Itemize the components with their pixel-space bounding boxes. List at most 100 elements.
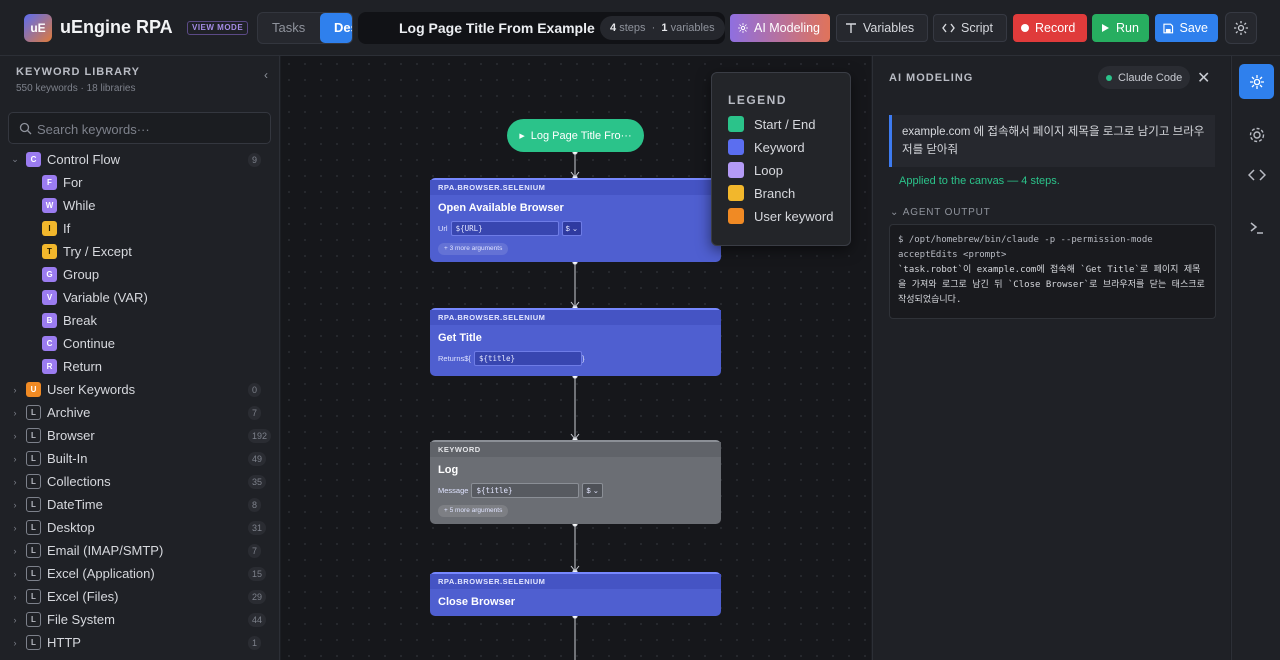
tree-item-variable-var[interactable]: V Variable (VAR) [0,286,279,309]
arg-return-field[interactable]: ${title} [473,351,582,366]
chevron-right-icon[interactable]: › [10,431,20,441]
flow-title[interactable]: Log Page Title From Example [399,20,595,36]
node-log[interactable]: KEYWORD Log Message ${title} $ ⌄ + 5 mor… [430,440,721,524]
variables-label: Variables [863,21,915,35]
flow-canvas[interactable]: ▶ Log Page Title Fro··· RPA.BROWSER.SELE… [281,56,871,660]
legend-item: Start / End [728,115,815,133]
tree-item-continue[interactable]: C Continue [0,332,279,355]
agent-output-log: $ /opt/homebrew/bin/claude -p --permissi… [889,224,1216,319]
tab-tasks[interactable]: Tasks [272,13,305,43]
tree-group-file-system[interactable]: › L File System 44 [0,608,279,631]
tree-item-for[interactable]: F For [0,171,279,194]
keyword-label: For [63,175,83,190]
arg-type-select[interactable]: $ ⌄ [582,483,603,498]
terminal-icon [1250,221,1263,234]
keyword-badge: F [42,175,57,190]
keyword-badge: C [42,336,57,351]
code-icon [1247,168,1266,181]
tree-group-desktop[interactable]: › L Desktop 31 [0,516,279,539]
tree-group-user-keywords[interactable]: › U User Keywords 0 [0,378,279,401]
ai-modeling-button[interactable]: AI Modeling [730,14,830,42]
claude-code-label: Claude Code [1118,71,1183,84]
legend-swatch [728,116,744,132]
tree-group-archive[interactable]: › L Archive 7 [0,401,279,424]
script-button[interactable]: Script [933,14,1007,42]
chevron-right-icon[interactable]: › [10,546,20,556]
tree-group-built-in[interactable]: › L Built-In 49 [0,447,279,470]
library-count: 192 [248,428,272,443]
chevron-right-icon[interactable]: › [10,408,20,418]
node-library: RPA.BROWSER.SELENIUM [430,574,721,589]
close-icon[interactable]: ✕ [1197,68,1210,88]
tree-item-break[interactable]: B Break [0,309,279,332]
chevron-left-icon[interactable]: ‹ [264,68,268,82]
node-get-title[interactable]: RPA.BROWSER.SELENIUM Get Title Returns $… [430,308,721,376]
chevron-right-icon[interactable]: › [10,638,20,648]
tree-group-collections[interactable]: › L Collections 35 [0,470,279,493]
chevron-right-icon[interactable]: › [10,500,20,510]
chevron-right-icon[interactable]: › [10,523,20,533]
tree-group-datetime[interactable]: › L DateTime 8 [0,493,279,516]
arg-url-field[interactable]: ${URL} [450,221,559,236]
node-open-browser[interactable]: RPA.BROWSER.SELENIUM Open Available Brow… [430,178,721,262]
arg-open: ${ [464,354,471,363]
tree-item-return[interactable]: R Return [0,355,279,378]
library-count: 15 [248,566,267,581]
search-input[interactable] [37,119,257,139]
agent-output-toggle[interactable]: ⌄ AGENT OUTPUT [890,207,991,218]
more-arguments-button[interactable]: + 3 more arguments [438,243,509,255]
claude-code-badge: Claude Code [1098,66,1191,89]
library-count: 0 [248,382,262,397]
library-label: HTTP [47,635,81,650]
chevron-down-icon[interactable]: ⌄ [10,154,20,165]
record-button[interactable]: Record [1013,14,1087,42]
library-label: Browser [47,428,95,443]
save-button[interactable]: Save [1155,14,1218,42]
run-button[interactable]: Run [1092,14,1149,42]
chevron-right-icon[interactable]: › [10,477,20,487]
library-badge: L [26,612,41,627]
chevron-right-icon[interactable]: › [10,569,20,579]
chevron-right-icon[interactable]: › [10,615,20,625]
keyword-label: Variable (VAR) [63,290,148,305]
tree-group-excel-files[interactable]: › L Excel (Files) 29 [0,585,279,608]
play-icon: ▶ [519,132,525,140]
keyword-badge: B [42,313,57,328]
search-icon [19,122,32,135]
rail-code-button[interactable] [1239,157,1274,192]
rail-terminal-button[interactable] [1239,210,1274,245]
tree-group-excel-application[interactable]: › L Excel (Application) 15 [0,562,279,585]
chevron-right-icon[interactable]: › [10,592,20,602]
rail-ai-button[interactable] [1239,64,1274,99]
library-label: Archive [47,405,91,420]
tab-design[interactable]: Des [320,13,352,43]
tree-item-try-except[interactable]: T Try / Except [0,240,279,263]
tree-item-group[interactable]: G Group [0,263,279,286]
chevron-right-icon[interactable]: › [10,454,20,464]
arg-type-select[interactable]: $ ⌄ [561,221,583,236]
legend-item: Keyword [728,138,805,156]
tree-group-email-imap-smtp[interactable]: › L Email (IMAP/SMTP) 7 [0,539,279,562]
keyword-label: While [63,198,96,213]
variables-button[interactable]: Variables [836,14,928,42]
tree-item-while[interactable]: W While [0,194,279,217]
arg-label: Returns [438,354,465,363]
legend-label: Loop [754,162,783,178]
tree-group-control-flow[interactable]: ⌄ C Control Flow 9 [0,148,279,171]
agent-output-header: AGENT OUTPUT [902,207,991,218]
tree-group-http[interactable]: › L HTTP 1 [0,631,279,654]
chevron-right-icon[interactable]: › [10,385,20,395]
arg-message-field[interactable]: ${title} [471,483,580,498]
tree-item-if[interactable]: I If [0,217,279,240]
control-flow-count: 9 [248,152,262,167]
legend-swatch [728,162,744,178]
mode-tabs: Tasks Des [257,12,353,44]
tree-group-browser[interactable]: › L Browser 192 [0,424,279,447]
settings-button[interactable] [1225,12,1257,44]
keyword-badge: I [42,221,57,236]
rail-settings-button[interactable] [1239,117,1274,152]
more-arguments-button[interactable]: + 5 more arguments [438,505,509,517]
legend-title: LEGEND [728,93,788,107]
start-node[interactable]: ▶ Log Page Title Fro··· [507,119,644,152]
node-close-browser[interactable]: RPA.BROWSER.SELENIUM Close Browser [430,572,721,616]
